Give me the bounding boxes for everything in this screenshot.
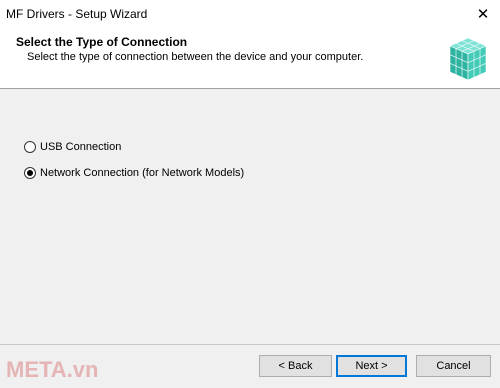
network-connection-option[interactable]: Network Connection (for Network Models) [24,167,244,179]
window-title: MF Drivers - Setup Wizard [6,7,148,21]
next-button[interactable]: Next > [336,355,407,377]
page-subtitle: Select the type of connection between th… [27,51,364,63]
watermark-logo: META.vn [6,357,99,382]
footer-divider [0,344,500,345]
close-button[interactable]: ✕ [466,0,500,28]
back-button[interactable]: < Back [259,355,332,377]
page-title: Select the Type of Connection [16,35,188,49]
cancel-button[interactable]: Cancel [416,355,491,377]
close-icon: ✕ [476,6,490,23]
network-connection-label[interactable]: Network Connection (for Network Models) [40,167,244,179]
network-radio-button[interactable] [24,167,36,179]
title-bar: MF Drivers - Setup Wizard ✕ [0,0,500,28]
usb-connection-option[interactable]: USB Connection [24,141,121,153]
usb-radio-button[interactable] [24,141,36,153]
wizard-header: Select the Type of Connection Select the… [0,28,500,89]
wizard-content: USB Connection Network Connection (for N… [0,89,500,345]
usb-connection-label[interactable]: USB Connection [40,141,121,153]
setup-wizard-window: MF Drivers - Setup Wizard ✕ Select the T… [0,0,500,388]
cube-grid-icon [449,37,487,81]
